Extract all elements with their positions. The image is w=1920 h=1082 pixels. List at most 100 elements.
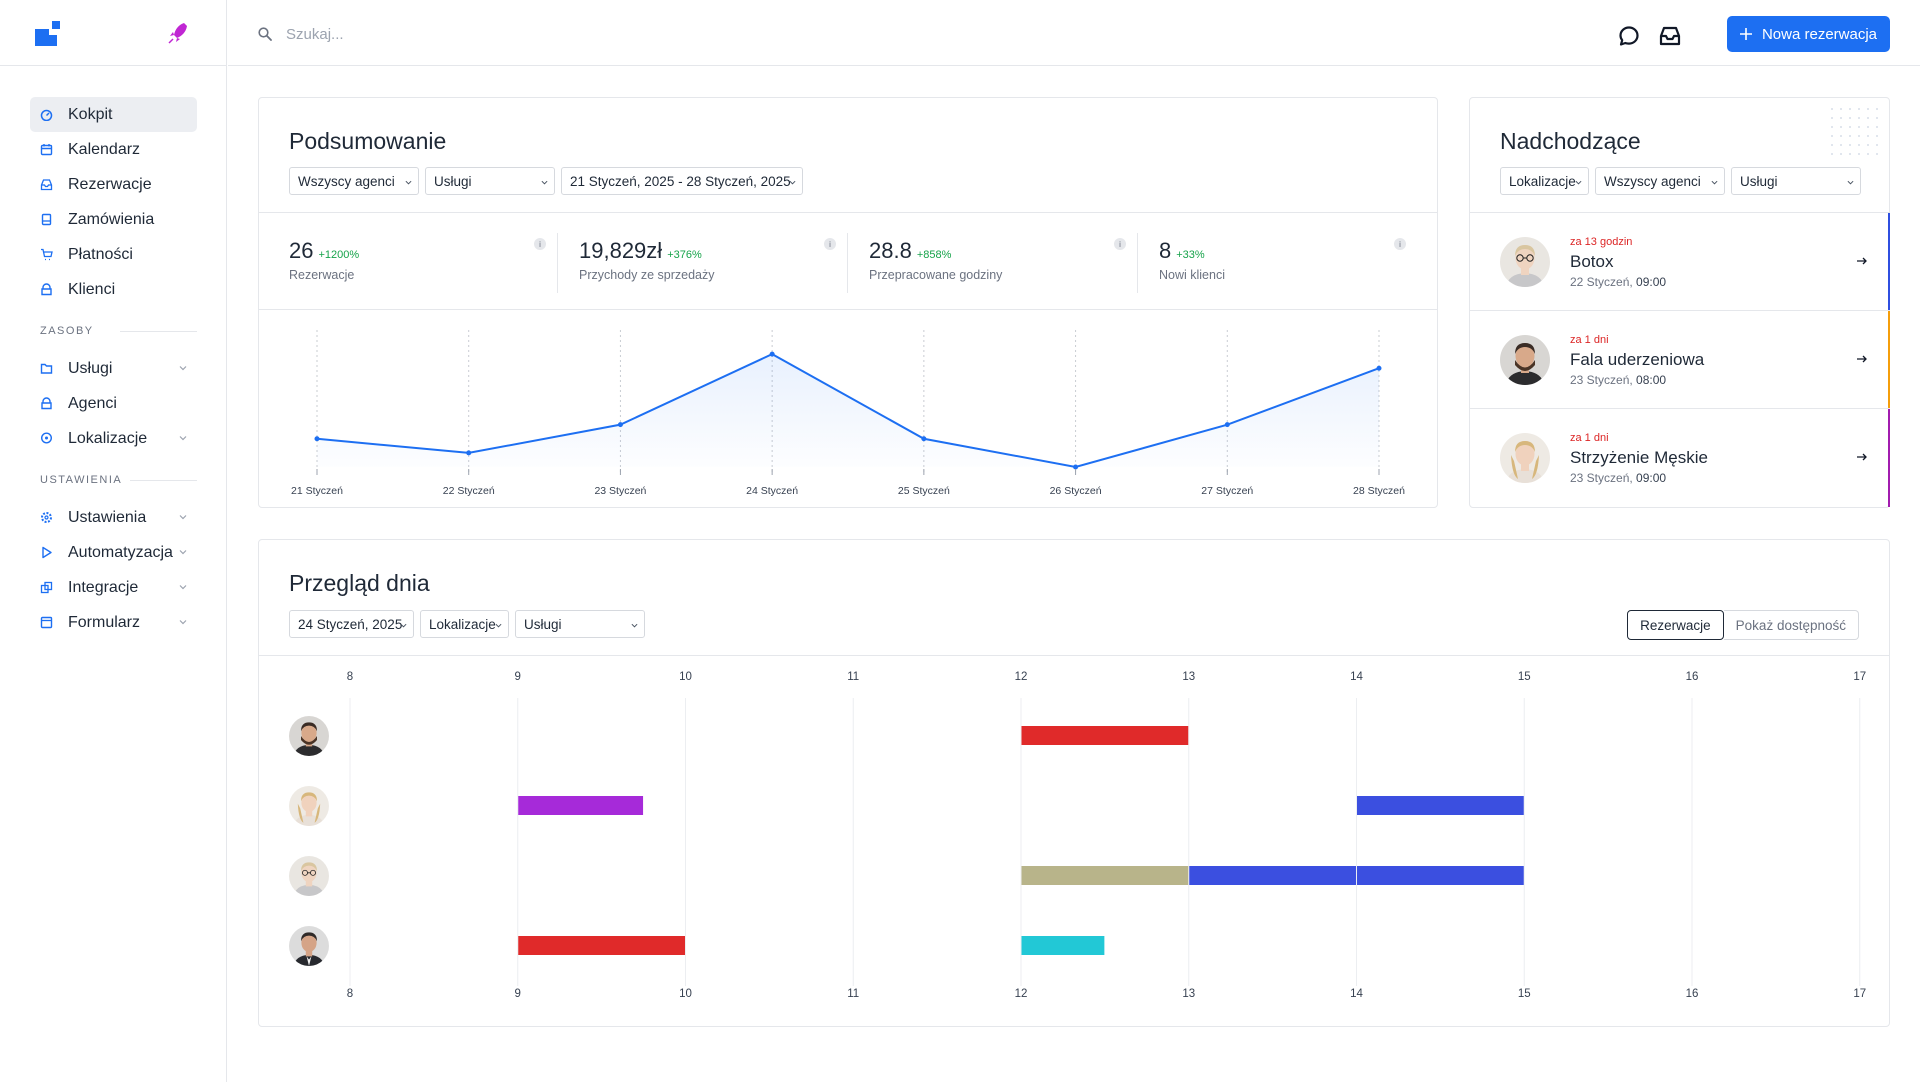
sidebar-item-label: Kalendarz [68, 140, 141, 158]
hour-label-bottom: 9 [515, 988, 521, 1000]
avatar [1500, 237, 1550, 287]
info-icon[interactable]: i [1114, 238, 1126, 250]
stat-new-clients: 8 +33% Nowi klienci i [1159, 238, 1419, 288]
sidebar-item-automatyzacja[interactable]: Automatyzacja [30, 535, 197, 570]
sidebar-item-lokalizacje[interactable]: Lokalizacje [30, 421, 197, 456]
agents-filter[interactable]: Wszyscy agenci [289, 167, 419, 195]
sidebar-item-rezerwacje[interactable]: Rezerwacje [30, 167, 197, 202]
sidebar-item-kokpit[interactable]: Kokpit [30, 97, 197, 132]
date-range-filter[interactable]: 21 Styczeń, 2025 - 28 Styczeń, 2025 [561, 167, 803, 195]
dots-pattern [1831, 108, 1878, 155]
data-point[interactable] [769, 351, 775, 357]
info-icon[interactable]: i [534, 238, 546, 250]
locations-filter[interactable]: Lokalizacje [420, 610, 509, 638]
stat-value: 8 [1159, 238, 1172, 263]
services-filter-value: Usługi [524, 616, 562, 632]
inbox-icon[interactable] [1658, 25, 1682, 47]
rocket-icon[interactable] [168, 22, 188, 44]
upcoming-when: za 1 dni [1570, 432, 1609, 444]
upcoming-item[interactable]: za 13 godzin Botox 22 Styczeń, 09:00 [1470, 212, 1890, 311]
services-filter[interactable]: Usługi [425, 167, 555, 195]
arrow-right-icon[interactable] [1856, 255, 1868, 267]
booking-block[interactable] [1021, 936, 1105, 955]
service-color-bar [1888, 311, 1890, 409]
hour-label-bottom: 10 [679, 988, 692, 1000]
sidebar-item-integracje[interactable]: Integracje [30, 570, 197, 605]
sidebar-item-formularz[interactable]: Formularz [30, 605, 197, 640]
topbar: Nowa rezerwacja [228, 0, 1920, 66]
clients-icon [41, 283, 52, 296]
sidebar-item-zamówienia[interactable]: Zamówienia [30, 202, 197, 237]
upcoming-item[interactable]: za 1 dni Strzyżenie Męskie 23 Styczeń, 0… [1470, 408, 1890, 507]
sidebar-item-płatności[interactable]: Płatności [30, 237, 197, 272]
upcoming-day: 23 Styczeń, [1570, 471, 1633, 485]
chevron-down-icon [400, 623, 407, 628]
data-point[interactable] [466, 450, 472, 456]
x-tick-label: 23 Styczeń [594, 485, 646, 497]
avatar [289, 856, 329, 896]
sidebar-item-label: Klienci [68, 280, 116, 298]
data-point[interactable] [1376, 365, 1382, 371]
chevron-down-icon [179, 366, 187, 371]
sidebar-item-label: Płatności [68, 245, 133, 263]
locations-filter[interactable]: Lokalizacje [1500, 167, 1589, 195]
sidebar-item-usługi[interactable]: Usługi [30, 351, 197, 386]
data-point[interactable] [314, 436, 320, 442]
chevron-down-icon [179, 436, 187, 441]
locations-filter-value: Lokalizacje [1509, 173, 1576, 189]
upcoming-item[interactable]: za 1 dni Fala uderzeniowa 23 Styczeń, 08… [1470, 310, 1890, 409]
upcoming-date: 23 Styczeń, 09:00 [1570, 471, 1666, 485]
chevron-down-icon [1575, 180, 1582, 185]
date-filter[interactable]: 24 Styczeń, 2025 [289, 610, 414, 638]
data-point[interactable] [617, 422, 623, 428]
info-icon[interactable]: i [824, 238, 836, 250]
data-point[interactable] [1224, 422, 1230, 428]
upcoming-service-name: Strzyżenie Męskie [1570, 448, 1708, 467]
logo-icon[interactable] [35, 21, 60, 46]
chevron-down-icon [789, 180, 796, 185]
services-filter[interactable]: Usługi [1731, 167, 1861, 195]
avatar [1500, 433, 1550, 483]
search-input[interactable] [286, 20, 586, 48]
agents-filter[interactable]: Wszyscy agenci [1595, 167, 1725, 195]
new-booking-label: Nowa rezerwacja [1761, 25, 1878, 43]
booking-block[interactable] [1021, 726, 1189, 745]
sidebar-item-label: Zamówienia [68, 210, 155, 228]
sidebar-item-kalendarz[interactable]: Kalendarz [30, 132, 197, 167]
data-point[interactable] [1073, 464, 1079, 470]
app: Kokpit Kalendarz Rezerwacje Zamówienia P… [0, 0, 1920, 1082]
booking-block[interactable] [1357, 866, 1524, 885]
booking-block[interactable] [1357, 796, 1524, 815]
chevron-down-icon [495, 623, 502, 628]
booking-block[interactable] [1021, 866, 1189, 885]
availability-toggle-button[interactable]: Pokaż dostępność [1723, 610, 1859, 640]
new-booking-button[interactable]: Nowa rezerwacja [1727, 16, 1890, 52]
arrow-right-icon[interactable] [1856, 353, 1868, 365]
data-point[interactable] [921, 436, 927, 442]
sidebar-item-label: Rezerwacje [68, 175, 152, 193]
service-color-bar [1888, 409, 1890, 507]
stat-value: 28.8 [869, 238, 912, 263]
stat-hours: 28.8 +858% Przepracowane godziny i [869, 238, 1129, 288]
booking-block[interactable] [518, 936, 685, 955]
hour-label-top: 9 [515, 671, 521, 683]
booking-block[interactable] [518, 796, 644, 815]
summary-card: Podsumowanie Wszyscy agenci Usługi 21 St… [258, 97, 1438, 508]
booking-block[interactable] [1189, 866, 1356, 885]
sidebar-item-ustawienia[interactable]: Ustawienia [30, 500, 197, 535]
hour-label-bottom: 8 [347, 988, 353, 1000]
form-icon [40, 616, 53, 629]
avatar [289, 716, 329, 756]
arrow-right-icon[interactable] [1856, 451, 1868, 463]
services-filter[interactable]: Usługi [515, 610, 645, 638]
chat-icon[interactable] [1618, 25, 1640, 47]
bookings-toggle-button[interactable]: Rezerwacje [1627, 610, 1724, 640]
x-tick-label: 28 Styczeń [1353, 485, 1405, 497]
hour-label-top: 12 [1015, 671, 1028, 683]
info-icon[interactable]: i [1394, 238, 1406, 250]
sidebar-item-klienci[interactable]: Klienci [30, 272, 197, 307]
sidebar-item-agenci[interactable]: Agenci [30, 386, 197, 421]
agents-filter-value: Wszyscy agenci [1604, 173, 1701, 189]
divider [259, 212, 1437, 213]
chevron-down-icon [179, 620, 187, 625]
